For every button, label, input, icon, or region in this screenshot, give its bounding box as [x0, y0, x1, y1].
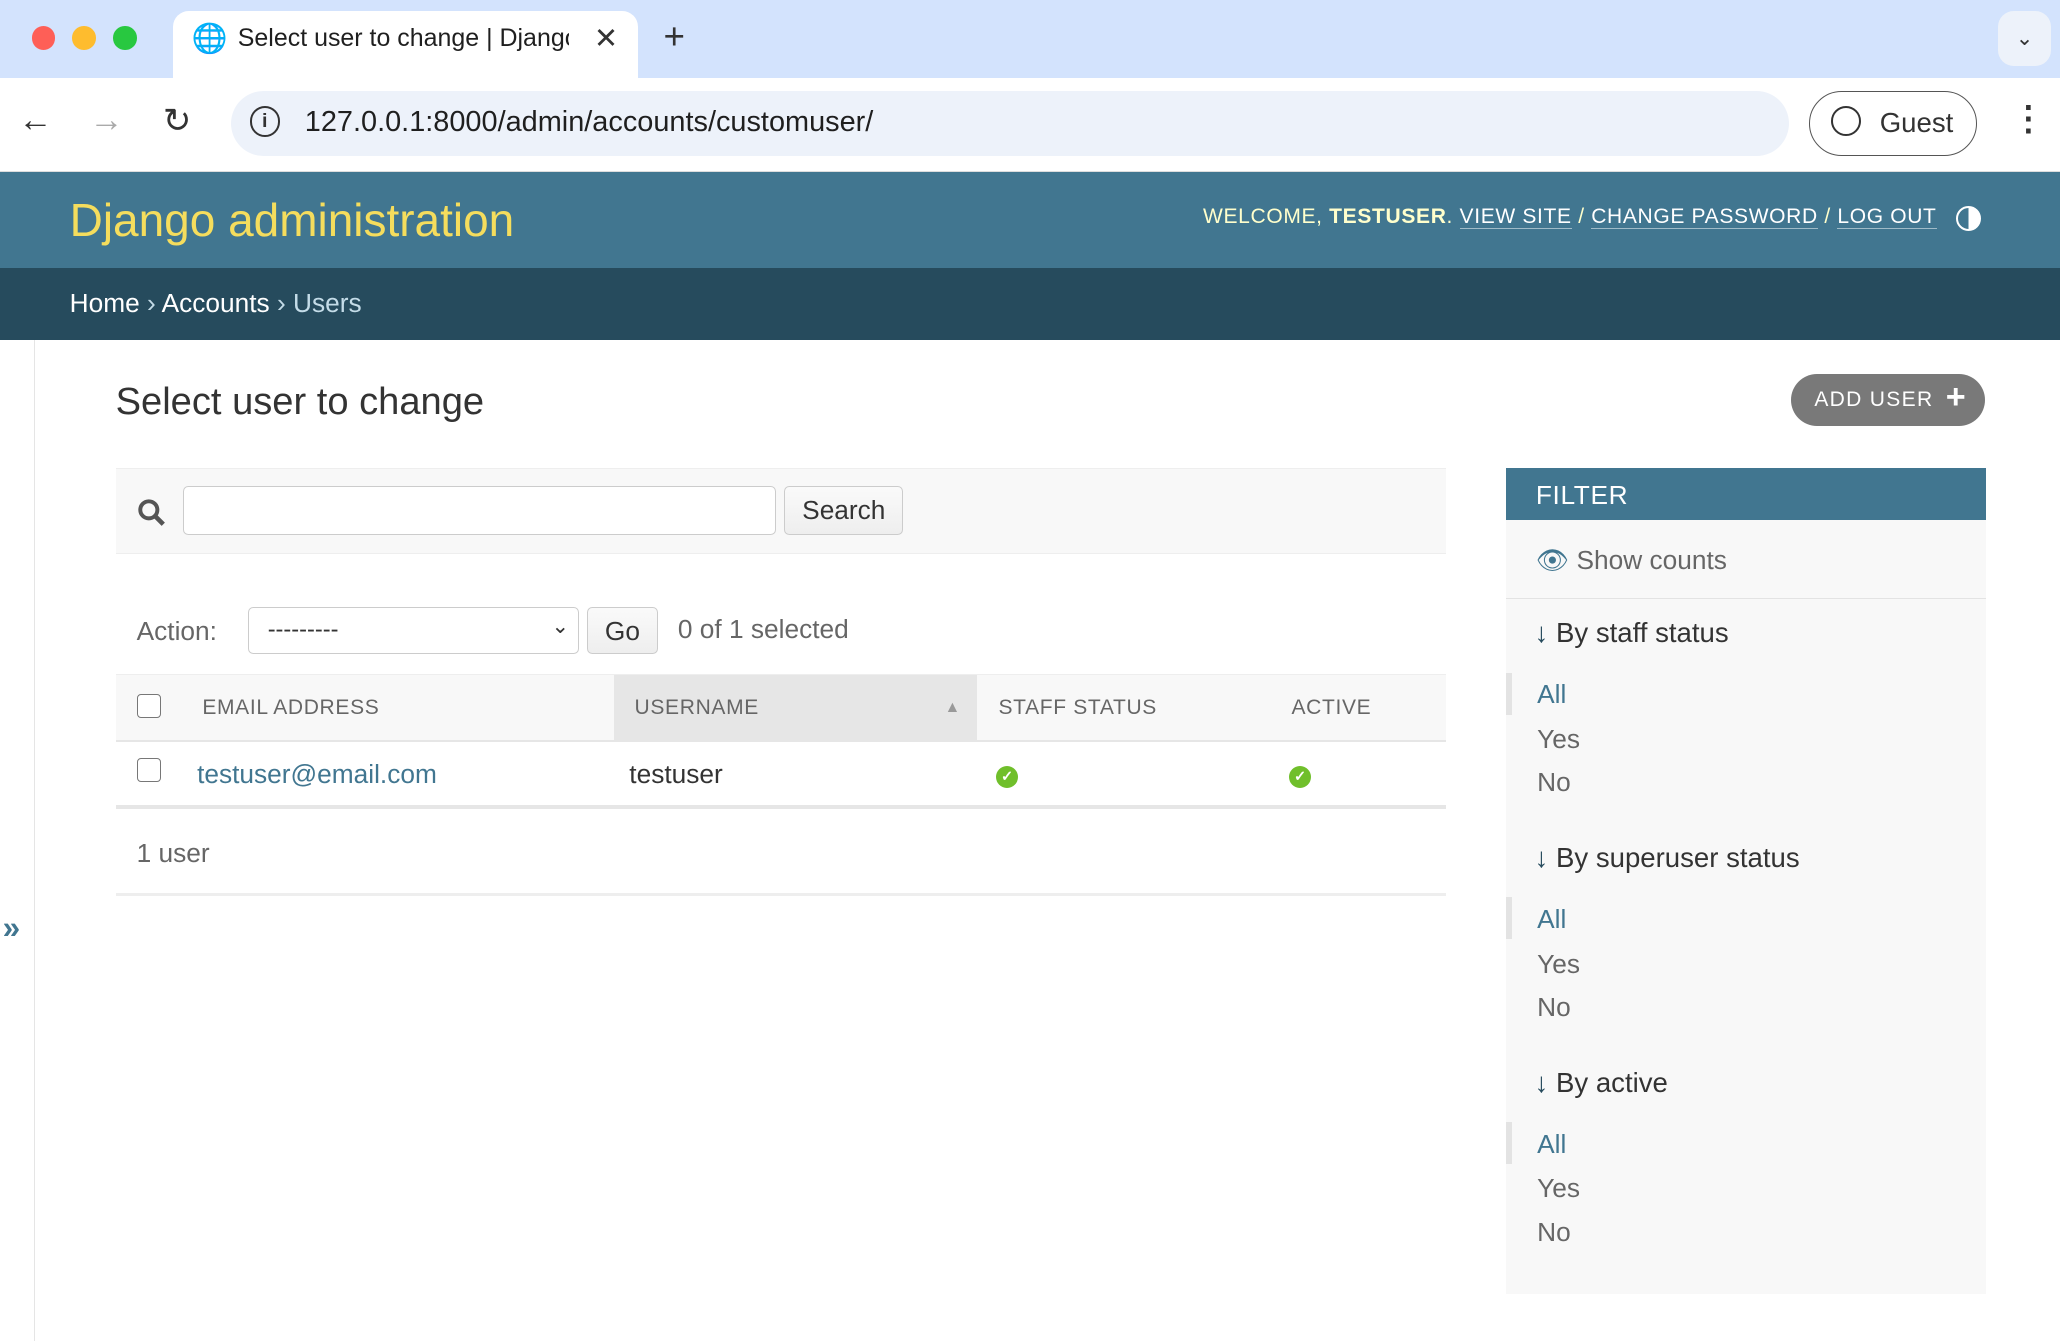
- filter-group-label: By staff status: [1555, 617, 1729, 649]
- toggle-nav-sidebar[interactable]: »: [3, 909, 21, 946]
- admin-header: Django administration WELCOME, TESTUSER.…: [0, 172, 2060, 268]
- change-password-link[interactable]: CHANGE PASSWORD: [1591, 204, 1818, 229]
- action-label: Action:: [136, 616, 217, 647]
- column-username[interactable]: USERNAME: [635, 696, 759, 720]
- maximize-window-button[interactable]: [112, 26, 137, 50]
- reload-icon[interactable]: ↻: [163, 101, 192, 141]
- current-username: TESTUSER: [1329, 204, 1447, 228]
- select-all-checkbox[interactable]: [136, 693, 161, 718]
- show-counts-link[interactable]: 👁 Show counts: [1536, 545, 1727, 576]
- profile-button[interactable]: Guest: [1809, 90, 1977, 156]
- action-select[interactable]: --------- ⌄: [248, 606, 579, 654]
- sort-ascending-icon[interactable]: ▲: [945, 699, 961, 717]
- url-text: 127.0.0.1:8000/admin/accounts/customuser…: [304, 106, 874, 139]
- separator: ›: [269, 287, 293, 318]
- column-email-address[interactable]: EMAIL ADDRESS: [202, 696, 379, 720]
- minimize-window-button[interactable]: [72, 26, 96, 50]
- new-tab-icon[interactable]: +: [663, 16, 684, 58]
- search-icon: [137, 498, 165, 526]
- close-window-button[interactable]: [31, 26, 56, 50]
- search-button[interactable]: Search: [784, 485, 904, 536]
- staff-status-yes-icon: ✓: [995, 765, 1019, 789]
- table-row: testuser@email.com testuser ✓ ✓: [116, 742, 1447, 805]
- filter-group-title[interactable]: ↓ By active: [1535, 1067, 1668, 1099]
- add-user-label: ADD USER: [1814, 387, 1934, 411]
- user-tools: WELCOME, TESTUSER. VIEW SITE / CHANGE PA…: [1202, 204, 1937, 229]
- globe-icon: 🌐: [191, 23, 228, 56]
- separator: ›: [139, 287, 162, 318]
- tab-strip: 🌐 Select user to change | Django site ad…: [0, 0, 2060, 78]
- profile-label: Guest: [1879, 107, 1954, 139]
- tab-title: Select user to change | Django site admi…: [237, 23, 569, 52]
- active-yes-icon: ✓: [1288, 765, 1312, 789]
- filter-option-all[interactable]: All: [1537, 679, 1566, 710]
- filter-group-title[interactable]: ↓ By superuser status: [1535, 842, 1800, 874]
- filter-option-yes[interactable]: Yes: [1537, 949, 1580, 980]
- breadcrumb-home[interactable]: Home: [70, 288, 140, 318]
- paginator: 1 user: [136, 838, 210, 869]
- filter-option-no[interactable]: No: [1537, 767, 1571, 798]
- user-email-link[interactable]: testuser@email.com: [197, 759, 437, 790]
- action-counter: 0 of 1 selected: [677, 613, 849, 644]
- nav-sidebar-divider: [34, 340, 36, 1342]
- action-selected-value: ---------: [267, 617, 339, 644]
- breadcrumb-accounts[interactable]: Accounts: [162, 288, 270, 318]
- arrow-down-icon: ↓: [1534, 1066, 1549, 1098]
- address-bar[interactable]: i 127.0.0.1:8000/admin/accounts/customus…: [231, 90, 1790, 157]
- column-username-header[interactable]: USERNAME ▲: [613, 675, 978, 740]
- filter-title: FILTER: [1535, 479, 1629, 510]
- more-menu-icon[interactable]: ⋮: [2011, 99, 2045, 139]
- select-all-header: EMAIL ADDRESS: [115, 675, 614, 740]
- show-counts-label: Show counts: [1576, 545, 1727, 576]
- log-out-link[interactable]: LOG OUT: [1837, 204, 1937, 229]
- info-icon[interactable]: i: [249, 106, 280, 137]
- search-toolbar: Search: [115, 467, 1447, 554]
- column-active-header: ACTIVE: [1270, 675, 1447, 740]
- browser-toolbar: ← → ↻ i 127.0.0.1:8000/admin/accounts/cu…: [0, 77, 2060, 172]
- go-button[interactable]: Go: [587, 606, 658, 654]
- plus-icon: +: [1945, 378, 1967, 417]
- column-staff-status[interactable]: STAFF STATUS: [998, 696, 1157, 720]
- add-user-button[interactable]: ADD USER +: [1790, 374, 1986, 426]
- separator: /: [1817, 204, 1838, 228]
- arrow-down-icon: ↓: [1534, 842, 1549, 874]
- row-checkbox[interactable]: [136, 758, 161, 783]
- filter-header: FILTER: [1505, 467, 1987, 521]
- filter-option-yes[interactable]: Yes: [1537, 1173, 1580, 1204]
- filter-panel: FILTER 👁 Show counts ↓ By staff status A…: [1505, 467, 1987, 1295]
- breadcrumb-users: Users: [293, 287, 362, 318]
- welcome-text: WELCOME,: [1202, 204, 1330, 228]
- filter-group-label: By superuser status: [1555, 842, 1800, 874]
- chevron-down-icon: ⌄: [551, 615, 570, 639]
- search-input[interactable]: [182, 485, 776, 536]
- filter-option-all[interactable]: All: [1537, 1129, 1566, 1160]
- page-title: Select user to change: [115, 381, 485, 423]
- filter-option-no[interactable]: No: [1537, 992, 1571, 1023]
- eye-icon: 👁: [1535, 545, 1570, 576]
- breadcrumb: Home › Accounts › Users: [0, 268, 2060, 341]
- filter-option-all[interactable]: All: [1537, 904, 1566, 935]
- tab-search-chevron-down-icon[interactable]: ⌄: [1998, 10, 2051, 66]
- filter-group-label: By active: [1555, 1066, 1668, 1098]
- separator: /: [1571, 204, 1592, 228]
- filter-option-no[interactable]: No: [1537, 1217, 1571, 1248]
- account-icon: [1831, 106, 1862, 137]
- close-tab-icon[interactable]: ✕: [594, 21, 618, 56]
- filter-group-title[interactable]: ↓ By staff status: [1535, 617, 1729, 649]
- site-brand[interactable]: Django administration: [70, 193, 515, 247]
- view-site-link[interactable]: VIEW SITE: [1459, 204, 1572, 229]
- theme-toggle-icon[interactable]: [1956, 206, 1982, 232]
- column-active[interactable]: ACTIVE: [1291, 696, 1371, 720]
- back-icon[interactable]: ←: [18, 101, 52, 140]
- forward-icon[interactable]: →: [89, 101, 123, 140]
- filter-option-yes[interactable]: Yes: [1537, 724, 1580, 755]
- arrow-down-icon: ↓: [1534, 617, 1549, 649]
- column-staff-status-header: STAFF STATUS: [977, 675, 1271, 740]
- username-cell: testuser: [629, 759, 723, 790]
- browser-tab[interactable]: 🌐 Select user to change | Django site ad…: [173, 10, 639, 78]
